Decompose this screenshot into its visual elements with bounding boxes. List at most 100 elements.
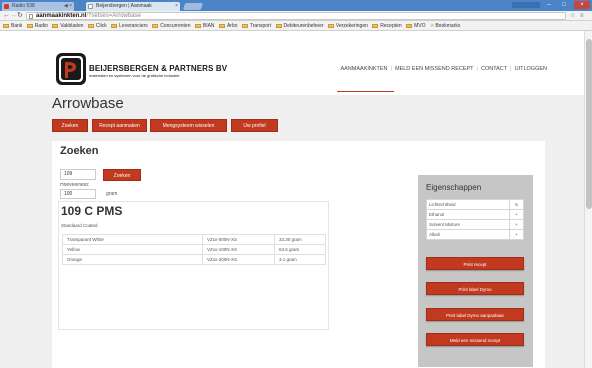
tab-title: Beijersbergen | Aanmaak bbox=[96, 3, 152, 9]
bookmark-vakbladen[interactable]: Vakbladen bbox=[52, 21, 84, 30]
bookmark-mvo[interactable]: MVO bbox=[406, 21, 425, 30]
property-value: + bbox=[509, 219, 524, 230]
ingredient-amount: 63.6 gram bbox=[274, 244, 326, 255]
nav-uitloggen[interactable]: UITLOGGEN bbox=[512, 66, 550, 72]
table-row: Lichtechtheid 5 bbox=[426, 199, 524, 210]
print-recept-button[interactable]: Print recept bbox=[426, 257, 524, 270]
page-scrollbar[interactable] bbox=[584, 31, 592, 368]
menu-recept-aanmaken-button[interactable]: Recept aanmaken bbox=[92, 119, 147, 132]
properties-table: Lichtechtheid 5 Ethanol + Solvent Mixture +… bbox=[426, 199, 524, 240]
print-label-dymo-aanpasbaar-button[interactable]: Print label Dymo aanpasbaar bbox=[426, 308, 524, 321]
ingredient-name: Transparant White bbox=[62, 234, 203, 245]
web-page: BEIJERSBERGEN & PARTNERS BV materialen e… bbox=[0, 31, 584, 368]
bookmarks-bar: Bank Radio Vakbladen Click Leveranciers … bbox=[0, 21, 592, 31]
recipe-result: 109 C PMS Standaard Coated Transparant W… bbox=[58, 201, 329, 330]
address-bar[interactable]: aanmaakinkten.nl/?setses=Arrowbase bbox=[26, 12, 566, 20]
bookmark-verzekeringen[interactable]: Verzekeringen bbox=[327, 21, 368, 30]
page-info-icon[interactable] bbox=[29, 14, 33, 19]
minimize-icon[interactable]: – bbox=[542, 1, 556, 9]
folder-icon bbox=[52, 24, 59, 28]
bookmark-bookmarks[interactable]: ★Bookmarks bbox=[429, 21, 461, 30]
folder-icon bbox=[372, 24, 379, 28]
url-host: aanmaakinkten.nl bbox=[36, 13, 87, 19]
properties-heading: Eigenschappen bbox=[426, 183, 482, 192]
bookmark-bian[interactable]: BIAN bbox=[194, 21, 215, 30]
forward-arrow-icon[interactable]: → bbox=[10, 12, 17, 20]
nav-aanmaakinkten[interactable]: AANMAAKINKTEN bbox=[337, 66, 390, 72]
folder-icon bbox=[152, 24, 159, 28]
maximize-icon[interactable]: □ bbox=[557, 1, 571, 9]
company-name: BEIJERSBERGEN & PARTNERS BV bbox=[89, 64, 228, 73]
window-close-icon[interactable]: × bbox=[574, 1, 590, 9]
profile-badge[interactable] bbox=[512, 2, 540, 8]
bookmark-arbo[interactable]: Arbo bbox=[218, 21, 238, 30]
radio-538-favicon-icon bbox=[4, 4, 9, 9]
nav-active-indicator bbox=[337, 91, 395, 92]
search-button[interactable]: Zoeken bbox=[103, 169, 141, 181]
property-name: Ethanol bbox=[426, 209, 510, 220]
folder-icon bbox=[3, 24, 9, 28]
search-input[interactable]: 109 bbox=[60, 169, 96, 180]
folder-icon bbox=[327, 24, 334, 28]
property-value: + bbox=[509, 229, 524, 240]
menu-uw-profiel-button[interactable]: Uw profiel bbox=[231, 119, 278, 132]
nav-meld-missend-recept[interactable]: MELD EEN MISSEND RECEPT bbox=[392, 66, 477, 72]
ingredient-amount: 3.1 gram bbox=[274, 254, 326, 265]
tab-audio-close-icon[interactable]: ◀ × bbox=[64, 2, 72, 11]
back-arrow-icon[interactable]: ← bbox=[3, 12, 10, 20]
menu-zoeken-button[interactable]: Zoeken bbox=[52, 119, 88, 132]
bookmark-recepten[interactable]: Recepten bbox=[372, 21, 402, 30]
tab-title: Radio 538 bbox=[12, 3, 35, 9]
bookmark-radio[interactable]: Radio bbox=[26, 21, 48, 30]
property-value: 5 bbox=[509, 199, 524, 210]
folder-icon bbox=[111, 24, 118, 28]
bookmark-leveranciers[interactable]: Leveranciers bbox=[111, 21, 148, 30]
url-path: /?setses=Arrowbase bbox=[86, 13, 141, 19]
bookmark-click[interactable]: Click bbox=[87, 21, 107, 30]
ingredient-name: Orange bbox=[62, 254, 203, 265]
table-row: Yellow VZxx-100N-XS 63.6 gram bbox=[62, 244, 326, 255]
meld-missend-recept-button[interactable]: Meld een missend recept bbox=[426, 333, 524, 346]
company-logo-icon[interactable] bbox=[56, 53, 86, 85]
ingredient-amount: 33.30 gram bbox=[274, 234, 326, 245]
star-icon: ★ bbox=[429, 23, 435, 29]
quantity-unit: gram bbox=[106, 191, 118, 197]
scrollbar-thumb[interactable] bbox=[586, 39, 592, 209]
bookmark-debiteurenbeheer[interactable]: Debiteurenbeheer bbox=[275, 21, 324, 30]
nav-contact[interactable]: CONTACT bbox=[478, 66, 510, 72]
bookmark-star-icon[interactable]: ☆ bbox=[570, 12, 575, 20]
property-name: Alkali bbox=[426, 229, 510, 240]
table-row: Alkali + bbox=[426, 229, 524, 240]
tab-beijersbergen[interactable]: Beijersbergen | Aanmaak × bbox=[86, 2, 180, 11]
reload-icon[interactable]: ↻ bbox=[17, 12, 23, 20]
property-name: Solvent Mixture bbox=[426, 219, 510, 230]
browser-toolbar: ← → ↻ aanmaakinkten.nl/?setses=Arrowbase… bbox=[0, 11, 592, 21]
folder-icon bbox=[218, 24, 225, 28]
properties-sidebar: Eigenschappen Lichtechtheid 5 Ethanol + So… bbox=[418, 175, 533, 367]
table-row: Orange VZxx-200N-XS 3.1 gram bbox=[62, 254, 326, 265]
menu-icon[interactable]: ≡ bbox=[580, 12, 584, 20]
ingredient-code: VZxx-200N-XS bbox=[202, 254, 275, 265]
folder-icon bbox=[241, 24, 248, 28]
print-label-dymo-button[interactable]: Print label Dymo bbox=[426, 282, 524, 295]
folder-icon bbox=[87, 24, 94, 28]
page-title: Arrowbase bbox=[52, 95, 124, 112]
menu-mengsysteem-wisselen-button[interactable]: Mengsysteem wisselen bbox=[150, 119, 227, 132]
company-tagline: materialen en systemen voor de grafische… bbox=[89, 73, 180, 78]
close-tab-icon[interactable]: × bbox=[175, 2, 178, 11]
quantity-input[interactable]: 100 bbox=[60, 189, 96, 199]
recipe-title: 109 C PMS bbox=[61, 204, 123, 218]
ingredient-name: Yellow bbox=[62, 244, 203, 255]
ingredient-table: Transparant White VZxx-000N-XS 33.30 gra… bbox=[62, 234, 326, 265]
tab-radio-538[interactable]: Radio 538 ◀ × bbox=[2, 2, 74, 11]
new-tab-button[interactable] bbox=[182, 3, 204, 10]
bookmark-transport[interactable]: Transport bbox=[241, 21, 271, 30]
bookmark-bank[interactable]: Bank bbox=[3, 21, 22, 30]
folder-icon bbox=[194, 24, 201, 28]
ingredient-code: VZxx-000N-XS bbox=[202, 234, 275, 245]
property-value: + bbox=[509, 209, 524, 220]
recipe-subtitle: Standaard Coated bbox=[61, 223, 98, 228]
browser-tab-bar: Radio 538 ◀ × Beijersbergen | Aanmaak × … bbox=[0, 0, 592, 11]
bookmark-concurrenten[interactable]: Concurrenten bbox=[152, 21, 190, 30]
page-favicon-icon bbox=[88, 4, 93, 9]
